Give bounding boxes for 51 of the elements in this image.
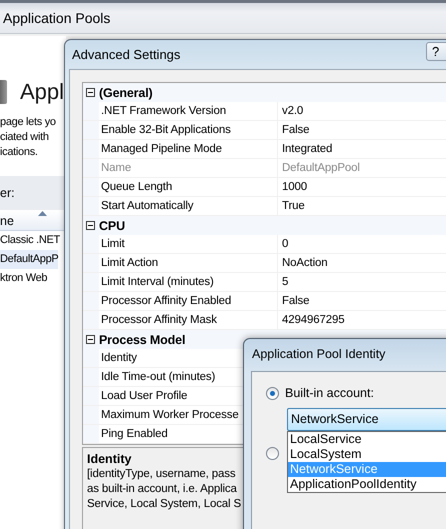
- property-value[interactable]: True: [278, 200, 305, 212]
- property-name[interactable]: Limit: [99, 235, 278, 253]
- property-name[interactable]: Limit Action: [99, 254, 278, 272]
- collapse-toggle-icon[interactable]: [86, 88, 95, 97]
- category-label: (General): [99, 86, 153, 100]
- property-name[interactable]: Queue Length: [99, 178, 278, 196]
- property-name[interactable]: Processor Affinity Mask: [99, 311, 278, 329]
- category-label: CPU: [99, 218, 125, 232]
- dropdown-option[interactable]: LocalSystem: [288, 447, 446, 462]
- property-name[interactable]: Managed Pipeline Mode: [99, 140, 278, 158]
- server-icon: [0, 80, 7, 104]
- account-dropdown[interactable]: NetworkService: [287, 408, 446, 431]
- property-value[interactable]: 1000: [278, 181, 307, 193]
- column-header-text: ne: [0, 213, 14, 230]
- filter-label: er:: [0, 186, 15, 200]
- category-label: Process Model: [99, 332, 186, 346]
- property-value[interactable]: False: [278, 295, 310, 307]
- collapse-toggle-icon[interactable]: [86, 335, 95, 344]
- window-title: Application Pools: [3, 10, 110, 26]
- description-text: ications.: [0, 145, 39, 160]
- property-value[interactable]: 0: [278, 238, 288, 250]
- description-text: as built-in account, i.e. Applica: [87, 482, 237, 497]
- description-text: [identityType, username, pass: [87, 467, 236, 482]
- help-button[interactable]: ?: [426, 42, 446, 61]
- description-text: ciated with: [0, 130, 50, 145]
- collapse-toggle-icon[interactable]: [86, 221, 95, 230]
- property-name[interactable]: Processor Affinity Enabled: [99, 292, 278, 310]
- radio-label[interactable]: Built-in account:: [285, 386, 374, 400]
- property-value[interactable]: 4294967295: [278, 314, 344, 326]
- description-text: page lets yo: [0, 115, 57, 130]
- property-value[interactable]: 5: [278, 276, 288, 288]
- radio-button[interactable]: [266, 386, 279, 400]
- dropdown-option[interactable]: LocalService: [288, 432, 446, 447]
- page-heading: Appl: [20, 79, 64, 105]
- description-title: Identity: [87, 451, 132, 467]
- radio-button[interactable]: [266, 447, 279, 460]
- column-header[interactable]: ne: [0, 210, 66, 231]
- list-row[interactable]: DefaultAppP: [0, 250, 58, 269]
- list-row[interactable]: ktron Web: [0, 269, 48, 288]
- dropdown-option[interactable]: ApplicationPoolIdentity: [288, 477, 446, 492]
- property-name[interactable]: Limit Interval (minutes): [99, 273, 278, 291]
- property-name[interactable]: Enable 32-Bit Applications: [99, 121, 278, 139]
- list-row[interactable]: Classic .NET: [0, 231, 60, 250]
- property-value[interactable]: Integrated: [278, 143, 332, 155]
- property-name[interactable]: Start Automatically: [99, 197, 278, 215]
- property-value[interactable]: NoAction: [278, 257, 328, 269]
- property-name[interactable]: .NET Framework Version: [99, 102, 278, 120]
- property-value[interactable]: v2.0: [278, 105, 304, 117]
- property-value[interactable]: False: [278, 124, 310, 136]
- description-text: Service, Local System, Local S: [87, 497, 242, 512]
- dialog-title: Advanced Settings: [72, 46, 180, 62]
